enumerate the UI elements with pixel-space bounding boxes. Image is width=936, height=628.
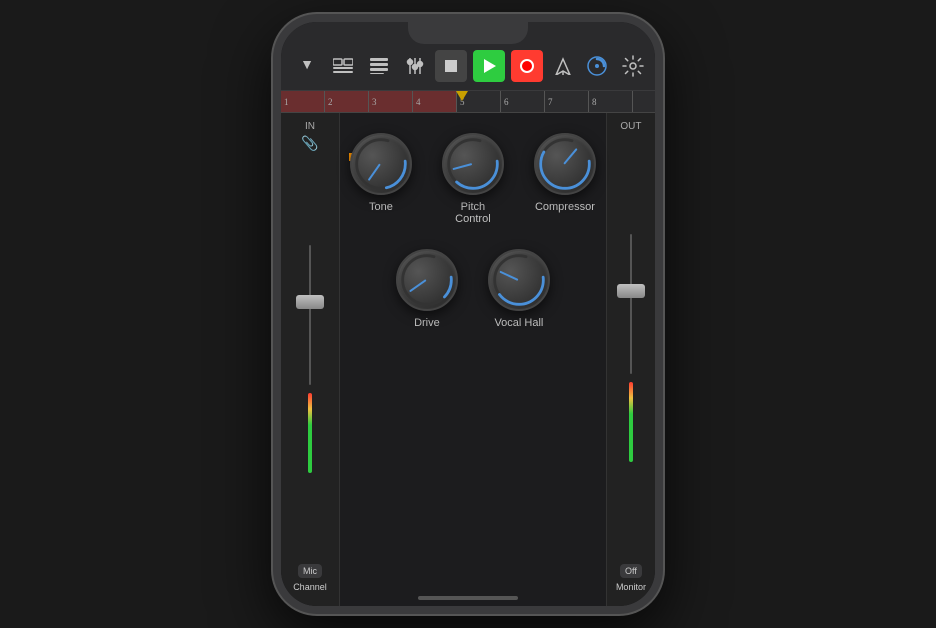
record-button[interactable] [511, 50, 543, 82]
out-label: OUT [620, 121, 641, 132]
beat-4: 4 [413, 91, 457, 112]
channel-button[interactable]: Mic [298, 564, 322, 578]
beat-6: 6 [501, 91, 545, 112]
monitor-button[interactable]: Off [620, 564, 642, 578]
clip-icon: 📎 [301, 136, 318, 153]
pitch-arc [444, 135, 502, 193]
record-icon [520, 59, 534, 73]
pitch-label: Pitch Control [442, 201, 504, 225]
left-panel: IN 📎 Mic Channel [281, 113, 340, 606]
toolbar-right [583, 52, 647, 80]
fader-track-line [309, 245, 311, 385]
drive-knob[interactable] [396, 249, 458, 311]
channel-label: Channel [293, 582, 327, 594]
tone-knob[interactable] [350, 133, 412, 195]
beat-8: 8 [589, 91, 633, 112]
fader-thumb[interactable] [296, 295, 324, 309]
pitch-knob[interactable] [442, 133, 504, 195]
phone-frame: ▼ [273, 14, 663, 614]
vocal-hall-label: Vocal Hall [494, 317, 543, 329]
smart-controls-button[interactable] [583, 52, 611, 80]
compressor-knob[interactable] [534, 133, 596, 195]
dropdown-button[interactable]: ▼ [293, 52, 321, 80]
beat-3: 3 [369, 91, 413, 112]
beat-1: 1 [281, 91, 325, 112]
drive-arc [398, 251, 456, 309]
output-fader[interactable] [607, 132, 655, 564]
play-button[interactable] [473, 50, 505, 82]
play-icon [484, 59, 496, 73]
knobs-row-1: Tone Pitch Control [350, 133, 596, 225]
toolbar-center [435, 50, 577, 82]
stop-button[interactable] [435, 50, 467, 82]
tone-knob-container: Tone [350, 133, 412, 225]
vocal-hall-knob[interactable] [488, 249, 550, 311]
drive-knob-container: Drive [396, 249, 458, 329]
tone-arc [352, 135, 410, 193]
beat-7: 7 [545, 91, 589, 112]
tuner-button[interactable] [549, 52, 577, 80]
blue-side-indicator[interactable] [273, 360, 279, 370]
vu-meter-right [629, 382, 633, 462]
in-label: IN [305, 121, 315, 132]
main-content: IN 📎 Mic Channel [281, 113, 655, 606]
compressor-label: Compressor [535, 201, 595, 213]
output-fader-line [630, 234, 632, 374]
monitor-label: Monitor [616, 582, 646, 594]
track-view-button[interactable] [329, 52, 357, 80]
stop-icon [445, 60, 457, 72]
vocal-hall-knob-container: Vocal Hall [488, 249, 550, 329]
toolbar-left: ▼ [293, 52, 429, 80]
playhead[interactable] [456, 91, 468, 101]
list-button[interactable] [365, 52, 393, 80]
knobs-row-2: Drive Vocal Hall [396, 249, 550, 329]
drive-label: Drive [414, 317, 440, 329]
center-panel: Tone Pitch Control [340, 113, 606, 606]
vu-meter-left [308, 393, 312, 473]
timeline-ruler[interactable]: 1 2 3 4 5 6 7 8 [281, 91, 655, 113]
pitch-knob-container: Pitch Control [442, 133, 504, 225]
right-panel: OUT Off Monitor [606, 113, 655, 606]
timeline-numbers: 1 2 3 4 5 6 7 8 [281, 91, 655, 112]
vocal-hall-arc [490, 251, 548, 309]
input-fader[interactable] [281, 153, 339, 564]
mixer-button[interactable] [401, 52, 429, 80]
output-fader-thumb[interactable] [617, 284, 645, 298]
beat-2: 2 [325, 91, 369, 112]
settings-button[interactable] [619, 52, 647, 80]
compressor-knob-container: Compressor [534, 133, 596, 225]
tone-label: Tone [369, 201, 393, 213]
notch [408, 22, 528, 44]
home-indicator [418, 596, 518, 600]
